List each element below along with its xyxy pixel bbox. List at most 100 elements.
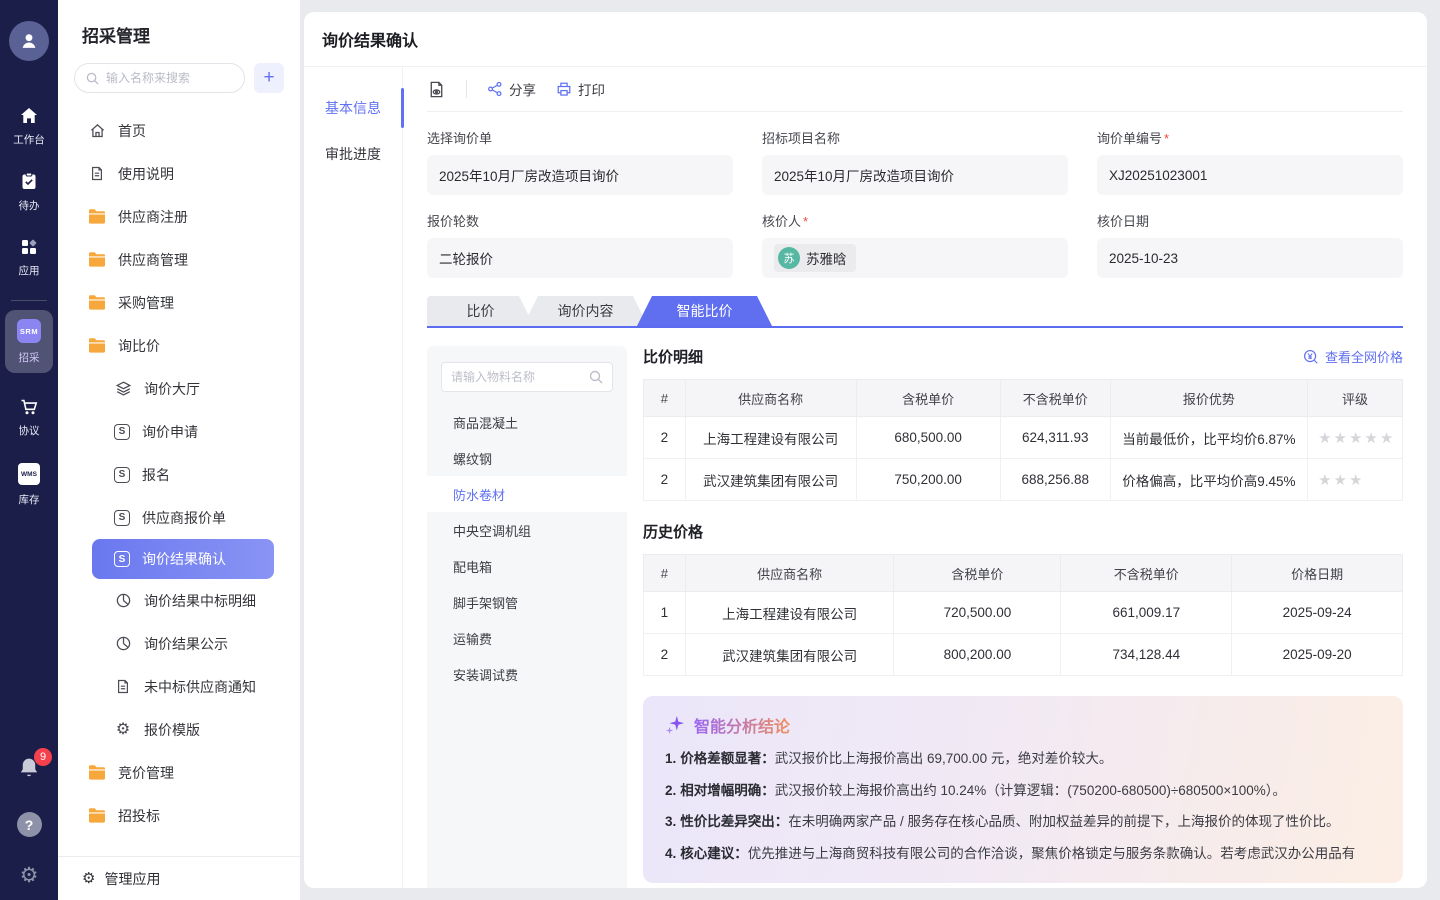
- sidebar-item-result-confirm[interactable]: S 询价结果确认: [92, 539, 274, 579]
- materials-search-input[interactable]: [451, 370, 571, 384]
- sidebar-item-award-detail[interactable]: 询价结果中标明细: [58, 579, 300, 622]
- share-icon: [487, 81, 503, 97]
- user-avatar[interactable]: [9, 21, 49, 61]
- material-item[interactable]: 商品混凝土: [427, 404, 627, 440]
- tab-smart-compare[interactable]: 智能比价: [637, 296, 772, 326]
- notifications-button[interactable]: 9: [17, 756, 41, 780]
- share-button[interactable]: 分享: [487, 79, 536, 99]
- sidebar-footer-label: 管理应用: [104, 869, 160, 889]
- sidebar-item-signup[interactable]: S 报名: [58, 453, 300, 496]
- rail-item-wms[interactable]: WMS 库存: [18, 463, 40, 507]
- rail-item-label: 待办: [19, 198, 40, 213]
- layers-icon: [114, 380, 132, 397]
- material-item[interactable]: 运输费: [427, 620, 627, 656]
- col-header: 不含税单价: [1000, 380, 1110, 417]
- col-header: 供应商名称: [685, 555, 894, 592]
- project-name-input[interactable]: 2025年10月厂房改造项目询价: [762, 155, 1068, 195]
- table-header-row: # 供应商名称 含税单价 不含税单价 价格日期: [644, 555, 1403, 592]
- folder-icon: [88, 209, 106, 224]
- material-item-active[interactable]: 防水卷材: [427, 476, 627, 512]
- sidebar-item-guide[interactable]: 使用说明: [58, 152, 300, 195]
- sidebar-item-label: 供应商管理: [118, 250, 188, 270]
- rail-item-workbench[interactable]: 工作台: [13, 107, 45, 147]
- sidebar-item-label: 首页: [118, 121, 146, 141]
- sidebar: 招采管理 + 首页 使用说明 供应商注册: [58, 0, 300, 900]
- print-button[interactable]: 打印: [556, 79, 605, 99]
- field-label: 核价日期: [1097, 211, 1403, 230]
- sidebar-search[interactable]: [74, 63, 245, 93]
- sidebar-item-quote-template[interactable]: ⚙ 报价模版: [58, 708, 300, 751]
- reviewer-input[interactable]: 苏 苏雅晗: [762, 238, 1068, 278]
- col-header: 价格日期: [1232, 555, 1403, 592]
- sidebar-item-home[interactable]: 首页: [58, 109, 300, 152]
- sidebar-item-supplier-quote[interactable]: S 供应商报价单: [58, 496, 300, 539]
- toolbar-divider: [466, 80, 467, 98]
- history-table: # 供应商名称 含税单价 不含税单价 价格日期 1 上海工程建设有限公司 720: [643, 554, 1403, 676]
- inquiry-no-input[interactable]: XJ20251023001: [1097, 155, 1403, 195]
- sidebar-item-lost-notice[interactable]: 未中标供应商通知: [58, 665, 300, 708]
- tab-inquiry-content[interactable]: 询价内容: [523, 296, 648, 326]
- col-header: #: [644, 380, 686, 417]
- sidebar-title: 招采管理: [58, 0, 300, 47]
- quote-rounds-input[interactable]: 二轮报价: [427, 238, 733, 278]
- sidebar-item-label: 询价结果中标明细: [144, 591, 256, 611]
- search-icon: [589, 370, 603, 384]
- rail-item-srm-active[interactable]: SRM 招采: [5, 310, 53, 373]
- col-header: 评级: [1308, 380, 1403, 417]
- tab-compare[interactable]: 比价: [427, 296, 534, 326]
- sidebar-footer-manage-apps[interactable]: ⚙ 管理应用: [58, 856, 300, 900]
- sidebar-item-tender[interactable]: 招投标: [58, 794, 300, 837]
- settings-gear-icon[interactable]: ⚙: [20, 865, 39, 886]
- person-avatar: 苏: [778, 247, 800, 269]
- ai-analysis-item: 1.价格差额显著：武汉报价比上海报价高出 69,700.00 元，绝对差价较大。: [665, 749, 1381, 769]
- ai-analysis-item: 2.相对增幅明确：武汉报价较上海报价高出约 10.24%（计算逻辑：(75020…: [665, 781, 1381, 801]
- field-project-name: 招标项目名称 2025年10月厂房改造项目询价: [762, 128, 1068, 195]
- compare-table: # 供应商名称 含税单价 不含税单价 报价优势 评级 2 上海工程建设有限公司 …: [643, 379, 1403, 501]
- tab-approval-progress[interactable]: 审批进度: [304, 131, 402, 177]
- view-network-price-label: 查看全网价格: [1325, 347, 1403, 366]
- materials-panel: 商品混凝土 螺纹钢 防水卷材 中央空调机组 配电箱 脚手架钢管 运输费 安装调试…: [427, 346, 627, 888]
- sidebar-item-result-publicity[interactable]: 询价结果公示: [58, 622, 300, 665]
- ai-analysis-panel: 智能分析结论 1.价格差额显著：武汉报价比上海报价高出 69,700.00 元，…: [643, 696, 1403, 883]
- sidebar-item-purchase-mgmt[interactable]: 采购管理: [58, 281, 300, 324]
- sidebar-item-inquiry-hall[interactable]: 询价大厅: [58, 367, 300, 410]
- s-form-icon: S: [114, 424, 130, 440]
- sidebar-item-label: 采购管理: [118, 293, 174, 313]
- sidebar-item-label: 报名: [142, 465, 170, 485]
- main-content: 询价结果确认 基本信息 审批进度 分享: [300, 0, 1440, 900]
- sidebar-item-supplier-mgmt[interactable]: 供应商管理: [58, 238, 300, 281]
- person-icon: [18, 30, 40, 52]
- help-button[interactable]: ?: [17, 812, 42, 837]
- rail-item-label: 协议: [19, 423, 40, 438]
- sidebar-item-inquiry-apply[interactable]: S 询价申请: [58, 410, 300, 453]
- field-quote-rounds: 报价轮数 二轮报价: [427, 211, 733, 278]
- basic-info-form: 选择询价单 2025年10月厂房改造项目询价 招标项目名称 2025年10月厂房…: [427, 112, 1403, 284]
- tab-basic-info[interactable]: 基本信息: [304, 85, 402, 131]
- sidebar-item-rfq[interactable]: 询比价: [58, 324, 300, 367]
- sidebar-item-supplier-register[interactable]: 供应商注册: [58, 195, 300, 238]
- sidebar-item-label: 询价结果公示: [144, 634, 228, 654]
- material-item[interactable]: 脚手架钢管: [427, 584, 627, 620]
- review-date-input[interactable]: 2025-10-23: [1097, 238, 1403, 278]
- select-inquiry-input[interactable]: 2025年10月厂房改造项目询价: [427, 155, 733, 195]
- rail-divider: [11, 300, 47, 301]
- material-item[interactable]: 中央空调机组: [427, 512, 627, 548]
- print-icon: [556, 81, 572, 97]
- material-item[interactable]: 安装调试费: [427, 656, 627, 692]
- sidebar-search-input[interactable]: [106, 71, 233, 85]
- document-view-icon[interactable]: [427, 80, 446, 99]
- col-header: 含税单价: [856, 380, 1000, 417]
- home-icon: [19, 107, 39, 125]
- rail-item-apps[interactable]: 应用: [19, 238, 40, 278]
- material-item[interactable]: 配电箱: [427, 548, 627, 584]
- view-network-price-link[interactable]: 查看全网价格: [1303, 347, 1403, 366]
- sidebar-item-bidding-mgmt[interactable]: 竞价管理: [58, 751, 300, 794]
- table-row: 2 武汉建筑集团有限公司 800,200.00 734,128.44 2025-…: [644, 634, 1403, 676]
- field-review-date: 核价日期 2025-10-23: [1097, 211, 1403, 278]
- materials-search[interactable]: [441, 362, 613, 392]
- s-form-icon: S: [114, 467, 130, 483]
- rail-item-agreement[interactable]: 协议: [19, 398, 40, 438]
- material-item[interactable]: 螺纹钢: [427, 440, 627, 476]
- rail-item-todo[interactable]: 待办: [19, 172, 40, 213]
- add-button[interactable]: +: [254, 63, 284, 93]
